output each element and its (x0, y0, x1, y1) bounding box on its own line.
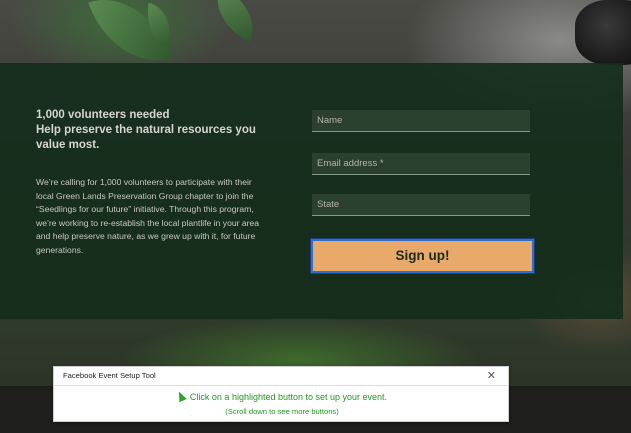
state-input[interactable] (317, 194, 530, 215)
state-field[interactable] (312, 194, 530, 216)
tool-message: Click on a highlighted button to set up … (189, 392, 388, 402)
tool-header: Facebook Event Setup Tool ✕ (54, 367, 508, 386)
headline-line2: Help preserve the natural resources you … (36, 124, 256, 151)
cursor-icon (175, 389, 187, 403)
close-icon[interactable]: ✕ (487, 369, 496, 383)
description-text: We’re calling for 1,000 volunteers to pa… (36, 177, 260, 255)
headline: 1,000 volunteers needed Help preserve th… (36, 108, 276, 153)
event-setup-tool-dialog: Facebook Event Setup Tool ✕ Click on a h… (53, 366, 509, 422)
headline-line1: 1,000 volunteers needed (36, 109, 170, 121)
signup-button[interactable]: Sign up! (310, 238, 535, 274)
email-input[interactable] (317, 153, 530, 174)
tool-instruction: Click on a highlighted button to set up … (54, 389, 510, 403)
name-field[interactable] (312, 110, 530, 132)
leaf-decoration (204, 0, 266, 42)
tool-title: Facebook Event Setup Tool (63, 371, 156, 380)
email-field[interactable] (312, 153, 530, 175)
name-input[interactable] (317, 110, 530, 131)
animal-nose-decoration (575, 0, 631, 65)
tool-sub-message: (Scroll down to see more buttons) (225, 407, 339, 416)
